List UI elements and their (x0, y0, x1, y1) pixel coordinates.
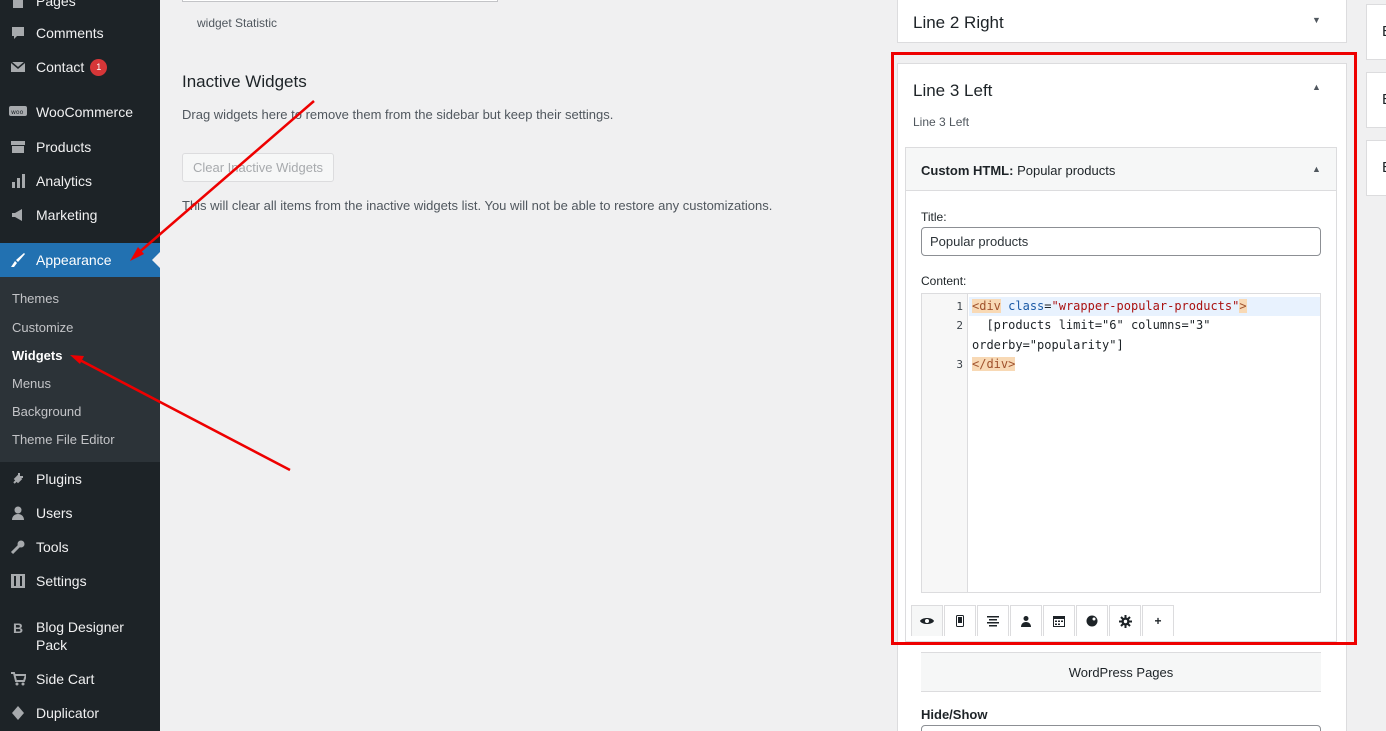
menu-label: Users (36, 505, 73, 521)
menu-item-users[interactable]: Users (0, 496, 160, 530)
menu-label: Side Cart (36, 671, 95, 687)
submenu-item-themes[interactable]: Themes (12, 291, 59, 307)
hide-show-select[interactable] (921, 725, 1321, 731)
b-letter-icon: B (12, 620, 24, 636)
appearance-submenu: Themes Customize Widgets Menus Backgroun… (0, 277, 160, 462)
widget-description: widget Statistic (197, 16, 278, 30)
menu-label: Plugins (36, 471, 82, 487)
wordpress-pages-section[interactable]: WordPress Pages (921, 652, 1321, 692)
active-menu-arrow (152, 252, 160, 268)
settings-icon (0, 573, 36, 589)
menu-label: Settings (36, 573, 87, 589)
menu-label: WooCommerce (36, 104, 133, 120)
svg-text:woo: woo (11, 109, 24, 116)
clear-inactive-widgets-button[interactable]: Clear Inactive Widgets (182, 153, 335, 182)
menu-item-plugins[interactable]: Plugins (0, 462, 160, 496)
inactive-widgets-description: Drag widgets here to remove them from th… (182, 107, 614, 122)
submenu-item-menus[interactable]: Menus (12, 376, 51, 392)
admin-sidebar: Pages Comments Contact 1 woo WooCommerce… (0, 0, 160, 731)
menu-label: Comments (36, 25, 104, 41)
menu-item-side-cart[interactable]: Side Cart (0, 662, 160, 696)
menu-item-settings[interactable]: Settings (0, 564, 160, 598)
adjacent-panel[interactable]: E (1366, 4, 1386, 60)
menu-item-products[interactable]: Products (0, 130, 160, 164)
inactive-widgets-title: Inactive Widgets (182, 72, 307, 91)
menu-item-tools[interactable]: Tools (0, 530, 160, 564)
cart-icon (0, 671, 36, 687)
menu-item-contact[interactable]: Contact 1 (0, 50, 160, 84)
plug-icon (0, 471, 36, 487)
menu-label: Marketing (36, 207, 98, 223)
menu-item-blog-designer-pack[interactable]: B Blog Designer Pack (0, 612, 160, 656)
menu-item-marketing[interactable]: Marketing (0, 198, 160, 232)
duplicator-icon (0, 705, 36, 721)
panel-letter: E (1382, 91, 1386, 108)
adjacent-panel[interactable]: E (1366, 72, 1386, 128)
menu-label: Tools (36, 539, 69, 555)
toggle-arrow-down-icon[interactable]: ▼ (1312, 15, 1321, 25)
sidebar-panel-line-2-right[interactable]: Line 2 Right ▼ (897, 0, 1347, 43)
hide-show-label: Hide/Show (921, 707, 988, 722)
menu-item-duplicator[interactable]: Duplicator (0, 696, 160, 730)
comment-icon (0, 25, 36, 41)
menu-label: Duplicator (36, 705, 100, 721)
menu-label: Products (36, 139, 92, 155)
menu-label: Contact (36, 59, 85, 75)
bar-chart-icon (0, 173, 36, 189)
menu-label: Appearance (36, 252, 112, 268)
menu-label: Analytics (36, 173, 93, 189)
wrench-icon (0, 539, 36, 555)
pages-icon (0, 0, 36, 9)
panel-letter: E (1382, 159, 1386, 176)
menu-item-woocommerce[interactable]: woo WooCommerce (0, 95, 160, 129)
menu-item-analytics[interactable]: Analytics (0, 164, 160, 198)
menu-item-comments[interactable]: Comments (0, 16, 160, 50)
panel-letter: E (1382, 23, 1386, 40)
archive-icon (0, 139, 36, 155)
submenu-item-widgets[interactable]: Widgets (12, 348, 62, 364)
menu-label: Blog Designer Pack (36, 619, 124, 653)
red-highlight-box (891, 52, 1357, 645)
adjacent-panel[interactable]: E (1366, 140, 1386, 196)
clear-inactive-note: This will clear all items from the inact… (182, 198, 773, 213)
submenu-item-background[interactable]: Background (12, 404, 81, 420)
submenu-item-customize[interactable]: Customize (12, 320, 73, 336)
woocommerce-icon: woo (0, 105, 36, 119)
megaphone-icon (0, 207, 36, 223)
panel-title: Line 2 Right (913, 13, 1004, 32)
paintbrush-icon (0, 252, 36, 268)
notification-badge: 1 (90, 58, 108, 76)
menu-label: Pages (36, 0, 76, 9)
user-icon (0, 505, 36, 521)
previous-widget-box (182, 0, 498, 2)
menu-item-appearance[interactable]: Appearance (0, 243, 160, 277)
mail-icon (0, 59, 36, 75)
submenu-item-theme-file-editor[interactable]: Theme File Editor (12, 432, 115, 448)
